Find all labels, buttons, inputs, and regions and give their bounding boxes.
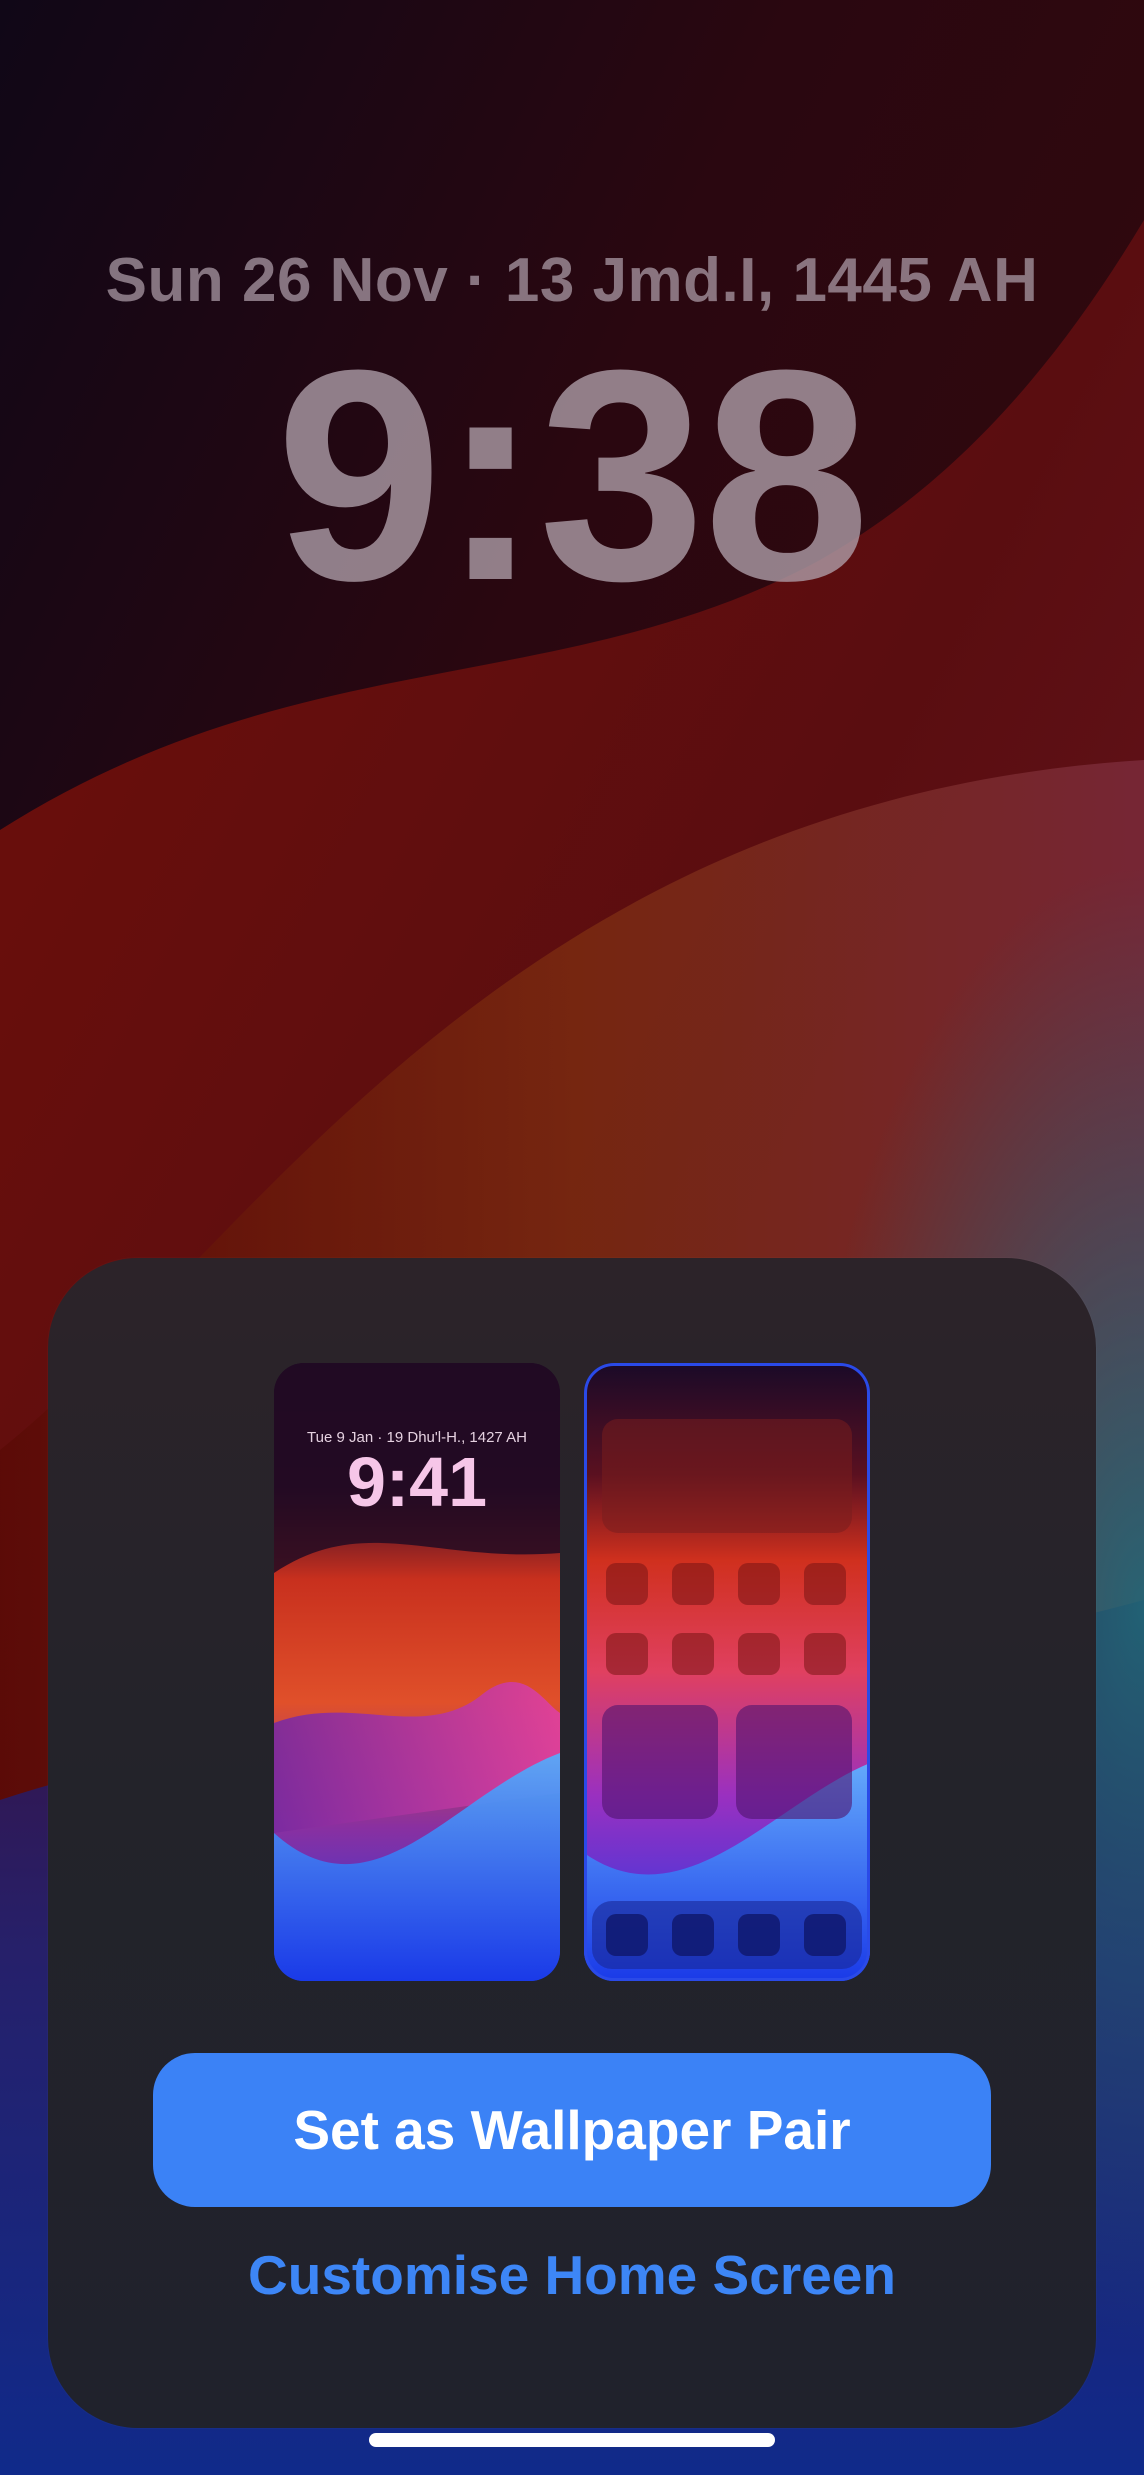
customise-home-screen-button[interactable]: Customise Home Screen (48, 2243, 1096, 2307)
app-icon-placeholder (672, 1563, 714, 1605)
app-icon-placeholder (738, 1563, 780, 1605)
app-icon-placeholder (738, 1633, 780, 1675)
dock-icon-placeholder (606, 1914, 648, 1956)
widget-placeholder (602, 1419, 852, 1533)
dock-placeholder (592, 1901, 862, 1969)
app-icon-placeholder (606, 1633, 648, 1675)
widget-placeholder (736, 1705, 852, 1819)
lock-screen-preview[interactable]: Tue 9 Jan · 19 Dhu'l-H., 1427 AH 9:41 (274, 1363, 560, 1981)
home-indicator[interactable] (369, 2433, 775, 2447)
dock-icon-placeholder (738, 1914, 780, 1956)
wallpaper-sheet: Tue 9 Jan · 19 Dhu'l-H., 1427 AH 9:41 Se… (48, 1258, 1096, 2428)
lock-screen-clock: 9:38 (275, 307, 870, 643)
set-as-wallpaper-pair-button[interactable]: Set as Wallpaper Pair (153, 2053, 991, 2207)
app-icon-placeholder (804, 1633, 846, 1675)
lock-screen-date: Sun 26 Nov · 13 Jmd.I, 1445 AH (105, 246, 1039, 315)
preview-lock-clock: 9:41 (346, 1443, 488, 1521)
dock-icon-placeholder (804, 1914, 846, 1956)
app-icon-placeholder (804, 1563, 846, 1605)
dock-icon-placeholder (672, 1914, 714, 1956)
widget-placeholder (602, 1705, 718, 1819)
app-icon-placeholder (606, 1563, 648, 1605)
app-icon-placeholder (672, 1633, 714, 1675)
home-screen-preview[interactable] (584, 1363, 870, 1981)
